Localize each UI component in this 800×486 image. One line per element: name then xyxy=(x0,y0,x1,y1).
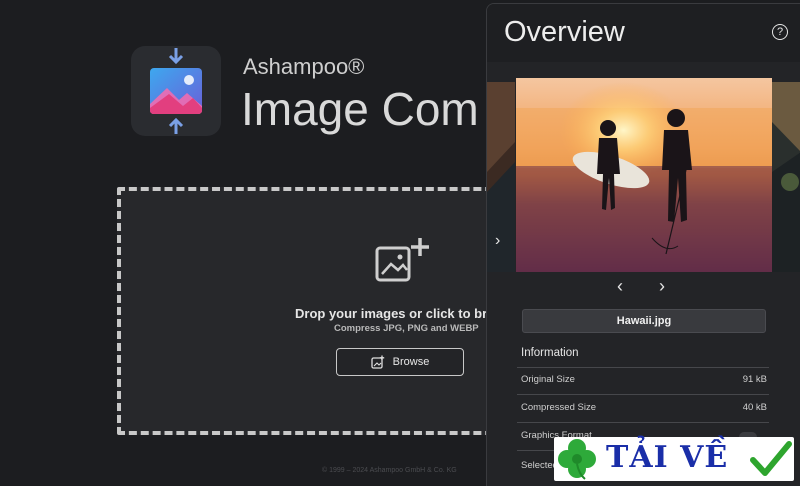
strip-prev-arrow[interactable]: › xyxy=(495,232,500,250)
next-image-button[interactable]: › xyxy=(659,276,665,297)
divider xyxy=(517,367,769,368)
info-label: Selected xyxy=(521,460,558,471)
brand-name: Ashampoo® xyxy=(243,54,365,79)
add-image-icon xyxy=(375,238,429,282)
preview-image xyxy=(516,78,772,272)
info-value: 91 kB xyxy=(742,374,767,385)
divider xyxy=(517,394,769,395)
info-label: Compressed Size xyxy=(521,402,596,413)
checkmark-icon xyxy=(750,441,792,476)
prev-image-button[interactable]: ‹ xyxy=(617,276,623,297)
info-label: Original Size xyxy=(521,374,575,385)
overview-title: Overview xyxy=(504,16,625,48)
browse-image-icon xyxy=(371,355,384,369)
image-compress-logo-icon xyxy=(150,48,202,134)
drop-zone-title: Drop your images or click to brow xyxy=(295,306,506,321)
divider xyxy=(517,422,769,423)
info-value: 40 kB xyxy=(742,402,767,413)
overview-header: Overview ? xyxy=(487,4,800,62)
overview-panel: Overview ? › ‹ › Hawaii.jpg Information … xyxy=(486,3,800,486)
app-title: Image Com xyxy=(241,83,479,135)
previous-image-thumbnail[interactable] xyxy=(487,82,515,272)
app-logo xyxy=(131,46,221,136)
information-heading: Information xyxy=(521,347,579,359)
help-icon[interactable]: ? xyxy=(772,24,788,40)
copyright-text: © 1999 – 2024 Ashampoo GmbH & Co. KG xyxy=(322,467,457,474)
drop-zone-subtitle: Compress JPG, PNG and WEBP xyxy=(334,323,479,334)
next-image-thumbnail[interactable] xyxy=(772,82,800,272)
clover-icon xyxy=(558,439,596,480)
browse-button-label: Browse xyxy=(392,356,430,368)
watermark-text: TẢI VỀ xyxy=(606,440,729,475)
browse-button[interactable]: Browse xyxy=(336,348,464,376)
filename-field[interactable]: Hawaii.jpg xyxy=(522,309,766,333)
info-row-compressed-size: Compressed Size 40 kB xyxy=(521,402,767,422)
info-row-original-size: Original Size 91 kB xyxy=(521,374,767,394)
